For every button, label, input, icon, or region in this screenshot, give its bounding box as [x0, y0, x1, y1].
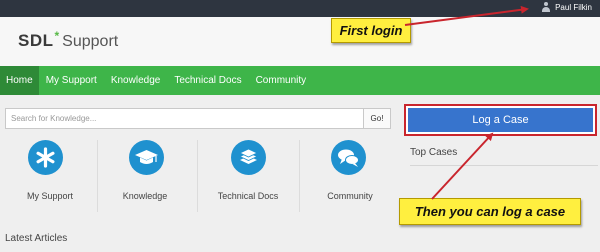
latest-articles-heading: Latest Articles — [5, 233, 68, 244]
tile-knowledge[interactable]: Knowledge — [95, 140, 195, 215]
tile-label: Community — [327, 191, 373, 201]
knowledge-search: Go! — [5, 108, 391, 129]
nav-my-support[interactable]: My Support — [39, 66, 104, 95]
tile-label: Knowledge — [122, 191, 168, 201]
logo-brand: SDL — [18, 31, 54, 50]
divider — [410, 165, 598, 166]
top-cases-heading: Top Cases — [410, 147, 458, 158]
log-a-case-button[interactable]: Log a Case — [408, 108, 593, 132]
search-go-button[interactable]: Go! — [364, 108, 391, 129]
quick-links: My Support Knowledge Technical Docs Comm… — [0, 140, 400, 215]
tile-community[interactable]: Community — [300, 140, 400, 215]
graduation-cap-icon — [129, 140, 164, 175]
document-stack-icon — [231, 140, 266, 175]
first-login-callout: First login — [331, 18, 411, 43]
site-header: SDL * Support — [0, 17, 600, 66]
nav-home[interactable]: Home — [0, 66, 39, 95]
log-case-arrow — [431, 132, 494, 200]
tile-label: My Support — [26, 191, 74, 201]
log-case-highlight: Log a Case — [404, 104, 597, 136]
nav-knowledge[interactable]: Knowledge — [104, 66, 167, 95]
user-icon — [541, 2, 551, 13]
top-bar: Paul Filkin — [0, 0, 600, 17]
logo-star: * — [54, 29, 60, 43]
search-input[interactable] — [5, 108, 364, 129]
user-menu[interactable]: Paul Filkin — [541, 2, 592, 13]
nav-technical-docs[interactable]: Technical Docs — [167, 66, 248, 95]
tile-my-support[interactable]: My Support — [0, 140, 100, 215]
main-nav: Home My Support Knowledge Technical Docs… — [0, 66, 600, 95]
chat-bubbles-icon — [331, 140, 366, 175]
log-case-callout: Then you can log a case — [399, 198, 581, 225]
tile-label: Technical Docs — [217, 191, 279, 201]
tile-technical-docs[interactable]: Technical Docs — [198, 140, 298, 215]
user-name: Paul Filkin — [555, 3, 592, 12]
logo-product: Support — [62, 33, 119, 50]
sdl-support-logo[interactable]: SDL * Support — [18, 29, 119, 51]
nav-community[interactable]: Community — [249, 66, 314, 95]
asterisk-icon — [28, 140, 63, 175]
